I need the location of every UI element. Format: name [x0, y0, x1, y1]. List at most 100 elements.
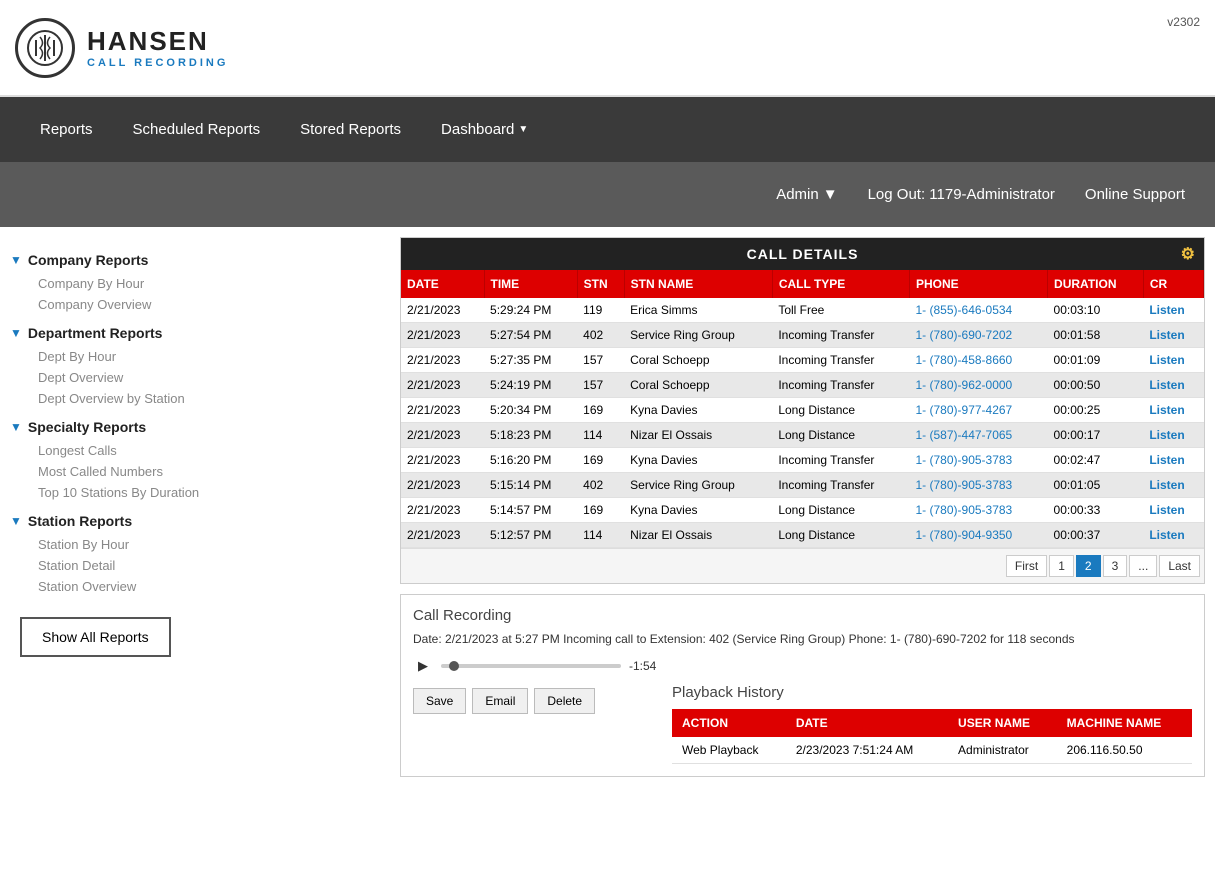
- ph-cell-action: Web Playback: [672, 737, 786, 764]
- call-recording-title: Call Recording: [413, 607, 1192, 624]
- time-display: -1:54: [629, 659, 656, 673]
- sidebar: ▼ Company Reports Company By Hour Compan…: [0, 227, 390, 889]
- cell-duration: 00:03:10: [1048, 298, 1144, 323]
- cell-time: 5:27:54 PM: [484, 323, 577, 348]
- station-expand-icon: ▼: [10, 514, 22, 528]
- cell-cr: Listen: [1143, 348, 1203, 373]
- admin-menu[interactable]: Admin ▼: [776, 186, 837, 203]
- cell-stn: 402: [577, 323, 624, 348]
- nav-scheduled[interactable]: Scheduled Reports: [113, 121, 281, 138]
- cell-date: 2/21/2023: [401, 298, 484, 323]
- call-details-title: CALL DETAILS: [747, 246, 859, 262]
- sidebar-section-department[interactable]: ▼ Department Reports: [10, 325, 380, 341]
- playback-history-section: Playback History ACTION DATE USER NAME M…: [672, 684, 1192, 764]
- col-call-type: CALL TYPE: [772, 270, 909, 298]
- station-reports-label: Station Reports: [28, 513, 132, 529]
- cell-date: 2/21/2023: [401, 423, 484, 448]
- call-details-container: CALL DETAILS ⚙ DATE TIME STN STN NAME CA…: [400, 237, 1205, 584]
- sidebar-item-dept-overview[interactable]: Dept Overview: [10, 367, 380, 388]
- nav-dashboard[interactable]: Dashboard ▼: [421, 121, 548, 138]
- table-row: 2/21/2023 5:24:19 PM 157 Coral Schoepp I…: [401, 373, 1204, 398]
- dept-expand-icon: ▼: [10, 326, 22, 340]
- cell-stn: 402: [577, 473, 624, 498]
- ph-cell-date: 2/23/2023 7:51:24 AM: [786, 737, 948, 764]
- cell-stn: 169: [577, 448, 624, 473]
- cell-duration: 00:01:09: [1048, 348, 1144, 373]
- cell-stn-name: Nizar El Ossais: [624, 523, 772, 548]
- nav-reports[interactable]: Reports: [20, 121, 113, 138]
- table-row: 2/21/2023 5:16:20 PM 169 Kyna Davies Inc…: [401, 448, 1204, 473]
- sidebar-item-most-called[interactable]: Most Called Numbers: [10, 461, 380, 482]
- table-row: 2/21/2023 5:18:23 PM 114 Nizar El Ossais…: [401, 423, 1204, 448]
- dept-reports-label: Department Reports: [28, 325, 163, 341]
- cell-date: 2/21/2023: [401, 373, 484, 398]
- sidebar-section-station[interactable]: ▼ Station Reports: [10, 513, 380, 529]
- cell-date: 2/21/2023: [401, 473, 484, 498]
- page-1-btn[interactable]: 1: [1049, 555, 1074, 577]
- call-details-tbody: 2/21/2023 5:29:24 PM 119 Erica Simms Tol…: [401, 298, 1204, 548]
- sidebar-item-top10[interactable]: Top 10 Stations By Duration: [10, 482, 380, 503]
- cell-duration: 00:01:05: [1048, 473, 1144, 498]
- cell-call-type: Incoming Transfer: [772, 373, 909, 398]
- cell-stn: 157: [577, 373, 624, 398]
- nav-stored[interactable]: Stored Reports: [280, 121, 421, 138]
- page-first-btn[interactable]: First: [1006, 555, 1047, 577]
- sidebar-item-dept-overview-station[interactable]: Dept Overview by Station: [10, 388, 380, 409]
- cell-cr: Listen: [1143, 448, 1203, 473]
- sidebar-item-station-detail[interactable]: Station Detail: [10, 555, 380, 576]
- call-details-header: CALL DETAILS ⚙: [401, 238, 1204, 270]
- cell-date: 2/21/2023: [401, 398, 484, 423]
- playback-history-title: Playback History: [672, 684, 1192, 701]
- online-support-link[interactable]: Online Support: [1085, 186, 1185, 203]
- page-2-btn[interactable]: 2: [1076, 555, 1101, 577]
- delete-button[interactable]: Delete: [534, 688, 595, 714]
- sidebar-item-station-by-hour[interactable]: Station By Hour: [10, 534, 380, 555]
- cell-call-type: Long Distance: [772, 523, 909, 548]
- table-header-row: DATE TIME STN STN NAME CALL TYPE PHONE D…: [401, 270, 1204, 298]
- sidebar-item-station-overview[interactable]: Station Overview: [10, 576, 380, 597]
- sidebar-item-longest-calls[interactable]: Longest Calls: [10, 440, 380, 461]
- brand-text: HANSEN CALL RECORDING: [87, 26, 228, 69]
- table-row: 2/21/2023 5:29:24 PM 119 Erica Simms Tol…: [401, 298, 1204, 323]
- logout-link[interactable]: Log Out: 1179-Administrator: [868, 186, 1055, 203]
- sidebar-item-company-by-hour[interactable]: Company By Hour: [10, 273, 380, 294]
- sidebar-section-specialty[interactable]: ▼ Specialty Reports: [10, 419, 380, 435]
- cell-duration: 00:02:47: [1048, 448, 1144, 473]
- settings-gear-icon[interactable]: ⚙: [1181, 244, 1196, 264]
- ph-col-action: ACTION: [672, 709, 786, 737]
- cell-phone: 1- (855)-646-0534: [910, 298, 1048, 323]
- show-all-reports-button[interactable]: Show All Reports: [20, 617, 171, 657]
- page-3-btn[interactable]: 3: [1103, 555, 1128, 577]
- save-button[interactable]: Save: [413, 688, 466, 714]
- page-last-btn[interactable]: Last: [1159, 555, 1200, 577]
- cell-stn-name: Coral Schoepp: [624, 373, 772, 398]
- cell-stn-name: Coral Schoepp: [624, 348, 772, 373]
- cell-call-type: Incoming Transfer: [772, 323, 909, 348]
- cell-call-type: Long Distance: [772, 398, 909, 423]
- cell-date: 2/21/2023: [401, 323, 484, 348]
- page-ellipsis-btn[interactable]: ...: [1129, 555, 1157, 577]
- cell-stn-name: Nizar El Ossais: [624, 423, 772, 448]
- progress-dot: [449, 661, 459, 671]
- cell-stn: 119: [577, 298, 624, 323]
- admin-label: Admin: [776, 186, 819, 203]
- logo-circle: [15, 18, 75, 78]
- cell-time: 5:29:24 PM: [484, 298, 577, 323]
- cell-stn: 114: [577, 423, 624, 448]
- main-nav: Reports Scheduled Reports Stored Reports…: [0, 97, 1215, 162]
- logo-icon: [26, 29, 64, 67]
- table-row: 2/21/2023 5:20:34 PM 169 Kyna Davies Lon…: [401, 398, 1204, 423]
- col-time: TIME: [484, 270, 577, 298]
- sidebar-item-dept-by-hour[interactable]: Dept By Hour: [10, 346, 380, 367]
- cell-time: 5:24:19 PM: [484, 373, 577, 398]
- audio-progress-bar[interactable]: [441, 664, 621, 668]
- email-button[interactable]: Email: [472, 688, 528, 714]
- col-date: DATE: [401, 270, 484, 298]
- play-button[interactable]: ▶: [413, 656, 433, 676]
- ph-col-user: USER NAME: [948, 709, 1057, 737]
- sidebar-section-company[interactable]: ▼ Company Reports: [10, 252, 380, 268]
- sidebar-item-company-overview[interactable]: Company Overview: [10, 294, 380, 315]
- cell-cr: Listen: [1143, 298, 1203, 323]
- cell-phone: 1- (780)-904-9350: [910, 523, 1048, 548]
- cell-phone: 1- (780)-905-3783: [910, 473, 1048, 498]
